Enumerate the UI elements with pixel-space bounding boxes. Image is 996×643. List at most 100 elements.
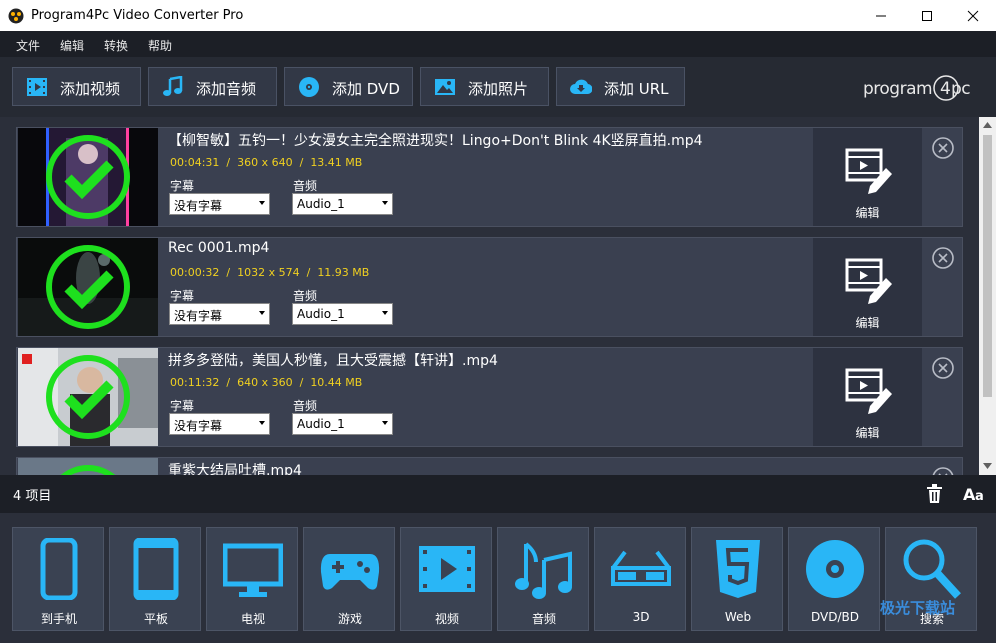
remove-item-icon[interactable] bbox=[932, 247, 954, 269]
scroll-down-icon[interactable] bbox=[983, 463, 992, 469]
disc-icon bbox=[299, 77, 319, 97]
scroll-up-icon[interactable] bbox=[983, 122, 992, 128]
trash-icon[interactable] bbox=[926, 484, 943, 504]
html5-icon bbox=[716, 540, 760, 598]
smartphone-icon bbox=[40, 538, 78, 600]
minimize-button[interactable] bbox=[858, 0, 904, 31]
subtitle-select[interactable]: 没有字幕 bbox=[169, 413, 270, 435]
svg-text:a: a bbox=[975, 489, 984, 503]
add-audio-button[interactable]: 添加音频 bbox=[148, 67, 277, 106]
profile-3d[interactable]: 3D bbox=[594, 527, 686, 631]
file-meta: 00:04:31 / 360 x 640 / 13.41 MB bbox=[170, 156, 363, 169]
menu-file[interactable]: 文件 bbox=[16, 37, 40, 54]
music-icon bbox=[515, 542, 572, 599]
video-icon bbox=[419, 546, 475, 592]
program4pc-logo: program 4 pc bbox=[863, 73, 973, 110]
audio-select[interactable]: Audio_1 bbox=[292, 413, 393, 435]
profile-phone[interactable]: 到手机 bbox=[12, 527, 104, 631]
edit-button[interactable]: 编辑 bbox=[813, 128, 922, 226]
tablet-icon bbox=[133, 538, 179, 600]
cloud-download-icon bbox=[570, 79, 592, 95]
subtitle-label: 字幕 bbox=[170, 179, 195, 193]
add-dvd-button[interactable]: 添加 DVD bbox=[284, 67, 413, 106]
audio-label: 音频 bbox=[293, 289, 318, 303]
profile-tv[interactable]: 电视 bbox=[206, 527, 298, 631]
edit-video-icon bbox=[845, 258, 892, 304]
file-name: 拼多多登陆，美国人秒懂，且大受震撼【轩讲】.mp4 bbox=[168, 353, 498, 369]
tv-icon bbox=[223, 543, 283, 597]
3d-glasses-icon bbox=[611, 550, 671, 586]
scroll-thumb[interactable] bbox=[983, 135, 992, 397]
chevron-down-icon bbox=[259, 201, 265, 205]
video-thumbnail bbox=[18, 128, 158, 226]
close-window-button[interactable] bbox=[950, 0, 996, 31]
app-icon bbox=[8, 8, 24, 24]
title-bar: Program4Pc Video Converter Pro bbox=[0, 0, 996, 31]
profile-audio[interactable]: 音频 bbox=[497, 527, 589, 631]
profile-dvd[interactable]: DVD/BD bbox=[788, 527, 880, 631]
file-name: 【柳智敏】五钓一！少女漫女主完全照进现实！Lingo+Don't Blink 4… bbox=[168, 133, 703, 149]
file-item[interactable]: 【柳智敏】五钓一！少女漫女主完全照进现实！Lingo+Don't Blink 4… bbox=[16, 127, 963, 227]
add-dvd-label: 添加 DVD bbox=[332, 80, 400, 98]
profile-game[interactable]: 游戏 bbox=[303, 527, 395, 631]
chevron-down-icon bbox=[382, 201, 388, 205]
maximize-button[interactable] bbox=[904, 0, 950, 31]
menu-edit[interactable]: 编辑 bbox=[60, 37, 84, 54]
image-icon bbox=[435, 79, 455, 95]
svg-text:program: program bbox=[863, 79, 932, 99]
add-url-label: 添加 URL bbox=[604, 80, 669, 98]
file-item[interactable]: Rec 0001.mp4 00:00:32 / 1032 x 574 / 11.… bbox=[16, 237, 963, 337]
chevron-down-icon bbox=[259, 421, 265, 425]
edit-button[interactable]: 编辑 bbox=[813, 238, 922, 336]
status-bar: 4 项目 Aa bbox=[0, 475, 996, 513]
audio-select[interactable]: Audio_1 bbox=[292, 193, 393, 215]
audio-label: 音频 bbox=[293, 399, 318, 413]
gamepad-icon bbox=[320, 554, 380, 590]
search-icon bbox=[903, 539, 961, 599]
edit-video-icon bbox=[845, 368, 892, 414]
profile-video[interactable]: 视频 bbox=[400, 527, 492, 631]
edit-label: 编辑 bbox=[855, 206, 880, 220]
svg-text:pc: pc bbox=[951, 79, 970, 99]
file-item[interactable]: 拼多多登陆，美国人秒懂，且大受震撼【轩讲】.mp4 00:11:32 / 640… bbox=[16, 347, 963, 447]
vertical-scrollbar[interactable] bbox=[979, 117, 996, 475]
audio-select[interactable]: Audio_1 bbox=[292, 303, 393, 325]
menu-bar: 文件 编辑 转换 帮助 bbox=[0, 31, 996, 57]
add-video-label: 添加视频 bbox=[60, 80, 121, 98]
subtitle-label: 字幕 bbox=[170, 289, 195, 303]
menu-help[interactable]: 帮助 bbox=[148, 37, 172, 54]
subtitle-select[interactable]: 没有字幕 bbox=[169, 193, 270, 215]
edit-label: 编辑 bbox=[855, 316, 880, 330]
chevron-down-icon bbox=[259, 311, 265, 315]
video-thumbnail bbox=[18, 348, 158, 446]
remove-item-icon[interactable] bbox=[932, 357, 954, 379]
video-thumbnail bbox=[18, 458, 158, 475]
chevron-down-icon bbox=[382, 421, 388, 425]
file-item[interactable]: 重紫大结局吐槽.mp4 bbox=[16, 457, 963, 475]
remove-item-icon[interactable] bbox=[932, 137, 954, 159]
output-profiles: 到手机 平板 电视 游戏 视频 音频 3D Web DVD/BD 搜索 bbox=[0, 513, 996, 643]
add-audio-label: 添加音频 bbox=[196, 80, 257, 98]
audio-label: 音频 bbox=[293, 179, 318, 193]
subtitle-label: 字幕 bbox=[170, 399, 195, 413]
item-count: 4 项目 bbox=[13, 489, 52, 504]
add-video-button[interactable]: 添加视频 bbox=[12, 67, 141, 106]
window-title: Program4Pc Video Converter Pro bbox=[31, 8, 244, 23]
watermark: 极光下载站 bbox=[880, 599, 956, 617]
add-photo-button[interactable]: 添加照片 bbox=[420, 67, 549, 106]
menu-convert[interactable]: 转换 bbox=[104, 37, 128, 54]
music-note-icon bbox=[163, 76, 183, 96]
add-photo-label: 添加照片 bbox=[468, 80, 529, 98]
file-meta: 00:11:32 / 640 x 360 / 10.44 MB bbox=[170, 376, 363, 389]
file-meta: 00:00:32 / 1032 x 574 / 11.93 MB bbox=[170, 266, 370, 279]
edit-video-icon bbox=[845, 148, 892, 194]
add-url-button[interactable]: 添加 URL bbox=[556, 67, 685, 106]
remove-item-icon[interactable] bbox=[932, 467, 954, 475]
file-list: 【柳智敏】五钓一！少女漫女主完全照进现实！Lingo+Don't Blink 4… bbox=[0, 117, 996, 475]
edit-button[interactable]: 编辑 bbox=[813, 348, 922, 446]
profile-web[interactable]: Web bbox=[691, 527, 783, 631]
dvd-icon bbox=[806, 540, 864, 598]
subtitle-select[interactable]: 没有字幕 bbox=[169, 303, 270, 325]
font-size-icon[interactable]: Aa bbox=[963, 485, 987, 503]
profile-tablet[interactable]: 平板 bbox=[109, 527, 201, 631]
